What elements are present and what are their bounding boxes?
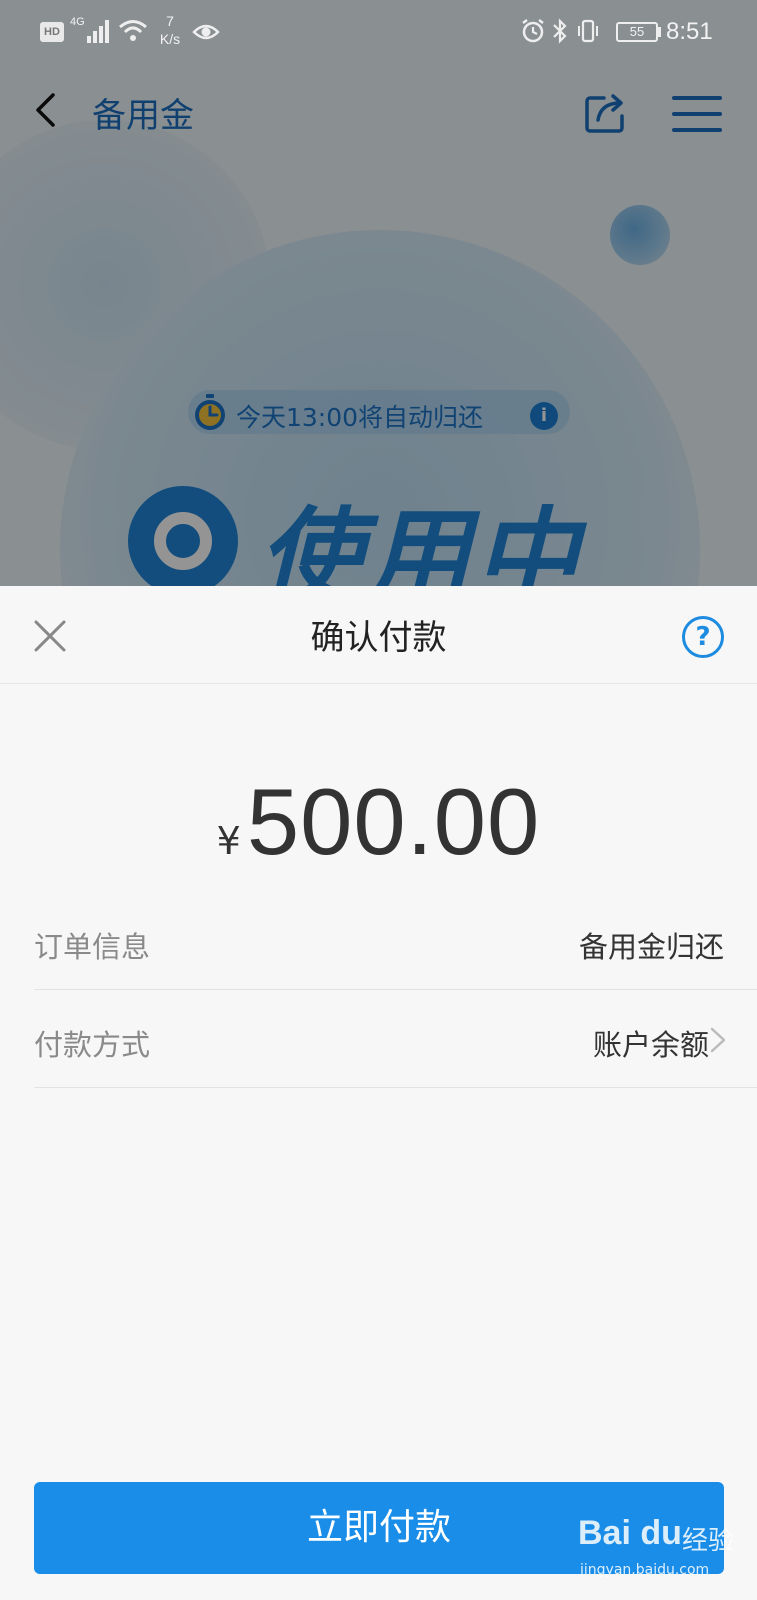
alarm-icon <box>522 19 544 43</box>
signal-icon <box>87 20 109 43</box>
bluetooth-icon <box>553 18 567 44</box>
watermark-suffix: 经验 <box>682 1526 735 1556</box>
payment-method-row[interactable]: 付款方式 账户余额 <box>34 990 757 1088</box>
network-type: 4G <box>70 16 85 28</box>
order-info-value: 备用金归还 <box>578 930 724 964</box>
status-bar: HD 4G 7 K/s 55 8:51 <box>0 0 757 62</box>
help-icon[interactable]: ? <box>682 616 724 658</box>
wifi-icon <box>119 20 147 41</box>
confirm-payment-sheet: 确认付款 ? ¥500.00 订单信息 备用金归还 付款方式 账户余额 立即付款 <box>0 586 757 1600</box>
network-speed: 7 K/s <box>159 13 181 47</box>
amount-value: 500.00 <box>246 769 541 874</box>
battery-tip <box>658 27 661 37</box>
currency-symbol: ¥ <box>216 819 241 863</box>
sheet-header: 确认付款 ? <box>0 586 757 684</box>
watermark-logo: Bai du <box>578 1514 682 1552</box>
payment-method-label: 付款方式 <box>34 1028 151 1062</box>
eye-comfort-icon <box>192 24 220 40</box>
vibrate-icon <box>578 19 598 43</box>
payment-amount: ¥500.00 <box>0 768 757 876</box>
hd-badge: HD <box>40 22 64 42</box>
payment-method-value: 账户余额 <box>592 1028 709 1062</box>
baidu-watermark: Bai du 经验 jingyan.baidu.com <box>578 1510 748 1594</box>
battery-level: 55 <box>616 22 658 42</box>
watermark-url: jingyan.baidu.com <box>580 1562 710 1578</box>
sheet-title: 确认付款 <box>310 618 447 658</box>
order-info-label: 订单信息 <box>34 930 151 964</box>
order-info-row: 订单信息 备用金归还 <box>34 892 757 990</box>
chevron-right-icon <box>710 1027 726 1053</box>
clock: 8:51 <box>666 18 713 45</box>
